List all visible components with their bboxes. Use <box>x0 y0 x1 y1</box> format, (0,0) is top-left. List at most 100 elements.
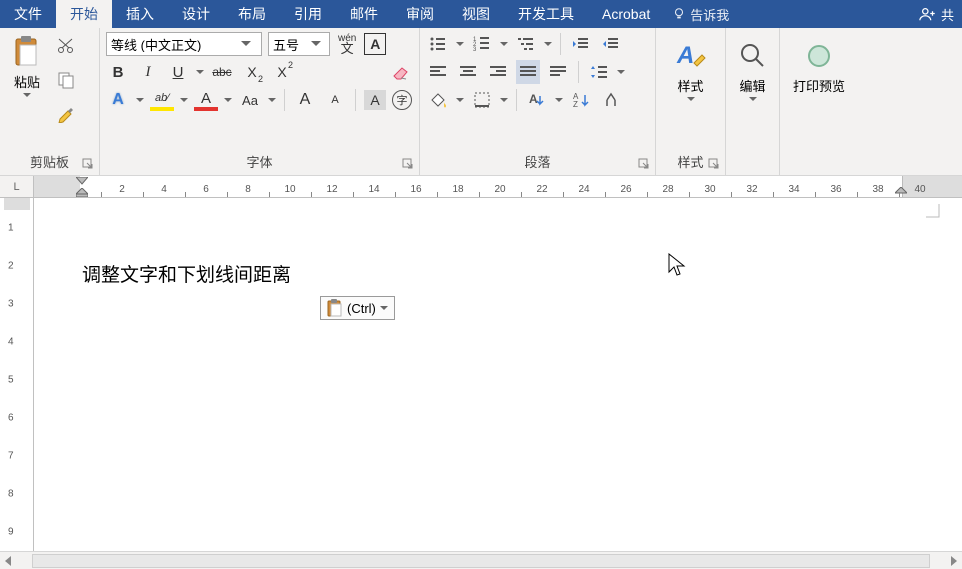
tab-insert[interactable]: 插入 <box>112 0 168 28</box>
tab-home[interactable]: 开始 <box>56 0 112 28</box>
copy-button[interactable] <box>54 68 78 92</box>
font-color-dropdown[interactable] <box>224 88 232 112</box>
paste-options-button[interactable]: (Ctrl) <box>320 296 395 320</box>
ruler-corner[interactable]: L <box>0 176 34 197</box>
line-spacing-button[interactable] <box>587 60 611 84</box>
subscript-button[interactable]: X2 <box>240 60 264 84</box>
ruler-vertical[interactable]: 123456789 <box>0 198 34 551</box>
increase-indent-button[interactable] <box>599 32 623 56</box>
paste-label: 粘贴 <box>14 72 40 91</box>
tab-view[interactable]: 视图 <box>448 0 504 28</box>
font-name-input[interactable] <box>107 37 241 52</box>
horizontal-scrollbar[interactable] <box>0 551 962 569</box>
shrink-font-button[interactable]: A <box>323 88 347 112</box>
tab-file[interactable]: 文件 <box>0 0 56 28</box>
align-right-button[interactable] <box>486 60 510 84</box>
enclose-char-button[interactable]: 字 <box>392 90 412 110</box>
print-preview-button[interactable]: 打印预览 <box>786 32 852 148</box>
ruler-mark: 10 <box>284 184 295 195</box>
align-center-button[interactable] <box>456 60 480 84</box>
char-border-button[interactable]: A <box>364 33 386 55</box>
clipboard-small-icon <box>327 299 343 317</box>
ruler-mark: 20 <box>494 184 505 195</box>
underline-button[interactable]: U <box>166 60 190 84</box>
highlight-button[interactable]: ab⁄ <box>150 89 174 111</box>
ruler-h-track[interactable]: 246810121416182022242628303234363840 <box>34 176 962 197</box>
document-page[interactable]: 调整文字和下划线间距离 (Ctrl) <box>34 198 962 551</box>
ruler-horizontal[interactable]: L 246810121416182022242628303234363840 <box>0 176 962 198</box>
text-effects-button[interactable]: A <box>106 88 130 112</box>
clipboard-launcher[interactable] <box>81 158 95 172</box>
numbering-dropdown[interactable] <box>500 32 508 56</box>
underline-dropdown[interactable] <box>196 60 204 84</box>
share-button[interactable]: 共 <box>911 5 962 24</box>
align-justify-button[interactable] <box>516 60 540 84</box>
font-size-input[interactable] <box>269 37 311 52</box>
styles-launcher[interactable] <box>707 158 721 172</box>
ruler-mark: 24 <box>578 184 589 195</box>
hanging-indent-marker[interactable] <box>76 188 88 197</box>
highlight-dropdown[interactable] <box>180 88 188 112</box>
char-shading-button[interactable]: A <box>364 90 386 110</box>
cut-button[interactable] <box>54 34 78 58</box>
italic-button[interactable]: I <box>136 60 160 84</box>
font-launcher[interactable] <box>401 158 415 172</box>
text-direction-button[interactable]: A <box>525 88 549 112</box>
format-painter-button[interactable] <box>54 102 78 126</box>
tab-acrobat[interactable]: Acrobat <box>588 0 664 28</box>
copy-icon <box>57 71 75 89</box>
group-styles-label: 样式 <box>662 150 719 175</box>
scroll-right-button[interactable] <box>946 553 962 569</box>
styles-button[interactable]: A 样式 <box>662 32 719 148</box>
bullets-dropdown[interactable] <box>456 32 464 56</box>
font-color-button[interactable]: A <box>194 89 218 111</box>
text-direction-dropdown[interactable] <box>555 88 563 112</box>
align-left-button[interactable] <box>426 60 450 84</box>
tell-me[interactable]: 告诉我 <box>672 5 729 24</box>
tab-mail[interactable]: 邮件 <box>336 0 392 28</box>
scroll-left-button[interactable] <box>0 553 16 569</box>
clear-format-button[interactable] <box>389 60 413 84</box>
show-marks-button[interactable] <box>599 88 623 112</box>
decrease-indent-button[interactable] <box>569 32 593 56</box>
shading-button[interactable] <box>426 88 450 112</box>
paragraph-launcher[interactable] <box>637 158 651 172</box>
phonetic-guide-button[interactable]: wén 文 <box>336 32 358 56</box>
change-case-dropdown[interactable] <box>268 88 276 112</box>
paste-button[interactable]: 粘贴 <box>6 32 48 100</box>
bold-button[interactable]: B <box>106 60 130 84</box>
first-line-indent-marker[interactable] <box>76 177 88 185</box>
strikethrough-button[interactable]: abc <box>210 60 234 84</box>
change-case-button[interactable]: Aa <box>238 88 262 112</box>
chevron-down-icon[interactable] <box>241 41 251 47</box>
font-size-combo[interactable] <box>268 32 330 56</box>
sort-button[interactable]: AZ <box>569 88 593 112</box>
align-distribute-button[interactable] <box>546 60 570 84</box>
tab-design[interactable]: 设计 <box>168 0 224 28</box>
ruler-right-margin <box>902 176 962 197</box>
superscript-button[interactable]: X2 <box>270 60 294 84</box>
tab-devtools[interactable]: 开发工具 <box>504 0 588 28</box>
text-effects-dropdown[interactable] <box>136 88 144 112</box>
tab-references[interactable]: 引用 <box>280 0 336 28</box>
document-text[interactable]: 调整文字和下划线间距离 <box>82 260 291 287</box>
ruler-mark: 2 <box>119 184 125 195</box>
right-indent-marker[interactable] <box>895 187 907 197</box>
numbering-button[interactable]: 123 <box>470 32 494 56</box>
edit-button[interactable]: 编辑 <box>732 32 773 148</box>
scrollbar-track[interactable] <box>32 554 930 568</box>
borders-dropdown[interactable] <box>500 88 508 112</box>
line-spacing-dropdown[interactable] <box>617 60 625 84</box>
bullets-button[interactable] <box>426 32 450 56</box>
multilevel-icon <box>517 36 535 52</box>
font-name-combo[interactable] <box>106 32 262 56</box>
tab-layout[interactable]: 布局 <box>224 0 280 28</box>
multilevel-dropdown[interactable] <box>544 32 552 56</box>
multilevel-list-button[interactable] <box>514 32 538 56</box>
tab-review[interactable]: 审阅 <box>392 0 448 28</box>
clipboard-icon <box>10 34 44 70</box>
borders-button[interactable] <box>470 88 494 112</box>
grow-font-button[interactable]: A <box>293 88 317 112</box>
shading-dropdown[interactable] <box>456 88 464 112</box>
chevron-down-icon[interactable] <box>311 41 321 47</box>
